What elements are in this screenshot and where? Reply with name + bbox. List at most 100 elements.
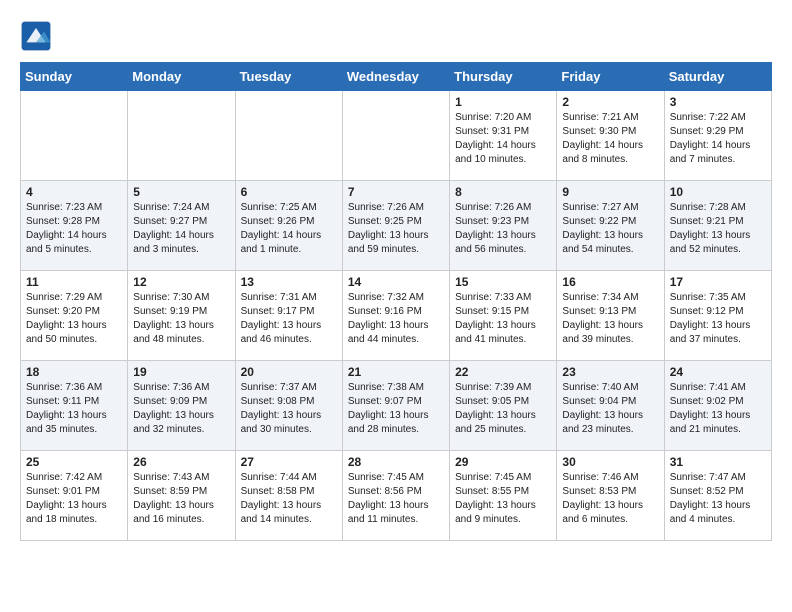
day-info: Sunrise: 7:26 AM Sunset: 9:25 PM Dayligh… [348, 201, 444, 257]
calendar-cell: 28Sunrise: 7:45 AM Sunset: 8:56 PM Dayli… [342, 451, 449, 541]
calendar-header-row: SundayMondayTuesdayWednesdayThursdayFrid… [21, 63, 772, 91]
calendar-cell: 13Sunrise: 7:31 AM Sunset: 9:17 PM Dayli… [235, 271, 342, 361]
day-number: 13 [241, 275, 337, 289]
calendar-cell: 30Sunrise: 7:46 AM Sunset: 8:53 PM Dayli… [557, 451, 664, 541]
day-info: Sunrise: 7:44 AM Sunset: 8:58 PM Dayligh… [241, 471, 337, 527]
calendar-cell: 15 Sunrise: 7:33 AM Sunset: 9:15 PM Dayli… [450, 271, 557, 361]
day-number: 12 [133, 275, 229, 289]
calendar-cell: 24 Sunrise: 7:41 AM Sunset: 9:02 PM Dayli… [664, 361, 771, 451]
day-info: Sunrise: 7:40 AM Sunset: 9:04 PM Dayligh… [562, 381, 658, 437]
calendar-cell: 7 Sunrise: 7:26 AM Sunset: 9:25 PM Daylig… [342, 181, 449, 271]
day-number: 5 [133, 185, 229, 199]
calendar-cell: 10Sunrise: 7:28 AM Sunset: 9:21 PM Dayli… [664, 181, 771, 271]
calendar-cell: 4 Sunrise: 7:23 AM Sunset: 9:28 PM Daylig… [21, 181, 128, 271]
day-info: Sunrise: 7:39 AM Sunset: 9:05 PM Dayligh… [455, 381, 551, 437]
day-info: Sunrise: 7:41 AM Sunset: 9:02 PM Dayligh… [670, 381, 766, 437]
calendar-cell: 1 Sunrise: 7:20 AM Sunset: 9:31 PM Daylig… [450, 91, 557, 181]
header-sunday: Sunday [21, 63, 128, 91]
day-info: Sunrise: 7:26 AM Sunset: 9:23 PM Dayligh… [455, 201, 551, 257]
day-info: Sunrise: 7:23 AM Sunset: 9:28 PM Dayligh… [26, 201, 122, 257]
day-number: 24 [670, 365, 766, 379]
day-info: Sunrise: 7:21 AM Sunset: 9:30 PM Dayligh… [562, 111, 658, 167]
day-info: Sunrise: 7:36 AM Sunset: 9:09 PM Dayligh… [133, 381, 229, 437]
day-info: Sunrise: 7:47 AM Sunset: 8:52 PM Dayligh… [670, 471, 766, 527]
day-info: Sunrise: 7:27 AM Sunset: 9:22 PM Dayligh… [562, 201, 658, 257]
day-number: 22 [455, 365, 551, 379]
day-number: 14 [348, 275, 444, 289]
calendar-cell [235, 91, 342, 181]
logo-icon [20, 20, 52, 52]
header-thursday: Thursday [450, 63, 557, 91]
calendar-cell: 17 Sunrise: 7:35 AM Sunset: 9:12 PM Dayli… [664, 271, 771, 361]
day-info: Sunrise: 7:29 AM Sunset: 9:20 PM Dayligh… [26, 291, 122, 347]
day-number: 26 [133, 455, 229, 469]
logo [20, 20, 56, 52]
calendar-cell [342, 91, 449, 181]
day-number: 11 [26, 275, 122, 289]
day-number: 9 [562, 185, 658, 199]
day-info: Sunrise: 7:28 AM Sunset: 9:21 PM Dayligh… [670, 201, 766, 257]
day-info: Sunrise: 7:24 AM Sunset: 9:27 PM Dayligh… [133, 201, 229, 257]
calendar-cell: 6 Sunrise: 7:25 AM Sunset: 9:26 PM Daylig… [235, 181, 342, 271]
calendar-week-4: 18 Sunrise: 7:36 AM Sunset: 9:11 PM Dayli… [21, 361, 772, 451]
day-number: 23 [562, 365, 658, 379]
day-number: 17 [670, 275, 766, 289]
day-number: 6 [241, 185, 337, 199]
calendar-cell: 22 Sunrise: 7:39 AM Sunset: 9:05 PM Dayli… [450, 361, 557, 451]
day-number: 4 [26, 185, 122, 199]
day-info: Sunrise: 7:25 AM Sunset: 9:26 PM Dayligh… [241, 201, 337, 257]
day-number: 27 [241, 455, 337, 469]
day-info: Sunrise: 7:45 AM Sunset: 8:55 PM Dayligh… [455, 471, 551, 527]
day-info: Sunrise: 7:20 AM Sunset: 9:31 PM Dayligh… [455, 111, 551, 167]
calendar-week-5: 25Sunrise: 7:42 AM Sunset: 9:01 PM Dayli… [21, 451, 772, 541]
day-number: 3 [670, 95, 766, 109]
day-number: 15 [455, 275, 551, 289]
day-info: Sunrise: 7:35 AM Sunset: 9:12 PM Dayligh… [670, 291, 766, 347]
calendar-cell: 19 Sunrise: 7:36 AM Sunset: 9:09 PM Dayli… [128, 361, 235, 451]
calendar-cell: 29Sunrise: 7:45 AM Sunset: 8:55 PM Dayli… [450, 451, 557, 541]
day-number: 16 [562, 275, 658, 289]
calendar-week-2: 4 Sunrise: 7:23 AM Sunset: 9:28 PM Daylig… [21, 181, 772, 271]
header-tuesday: Tuesday [235, 63, 342, 91]
calendar-cell: 21 Sunrise: 7:38 AM Sunset: 9:07 PM Dayli… [342, 361, 449, 451]
calendar-cell: 12Sunrise: 7:30 AM Sunset: 9:19 PM Dayli… [128, 271, 235, 361]
day-info: Sunrise: 7:36 AM Sunset: 9:11 PM Dayligh… [26, 381, 122, 437]
calendar-cell: 11 Sunrise: 7:29 AM Sunset: 9:20 PM Dayli… [21, 271, 128, 361]
day-info: Sunrise: 7:45 AM Sunset: 8:56 PM Dayligh… [348, 471, 444, 527]
calendar-cell [21, 91, 128, 181]
calendar-cell: 14 Sunrise: 7:32 AM Sunset: 9:16 PM Dayli… [342, 271, 449, 361]
day-info: Sunrise: 7:43 AM Sunset: 8:59 PM Dayligh… [133, 471, 229, 527]
day-number: 19 [133, 365, 229, 379]
calendar-table: SundayMondayTuesdayWednesdayThursdayFrid… [20, 62, 772, 541]
day-info: Sunrise: 7:38 AM Sunset: 9:07 PM Dayligh… [348, 381, 444, 437]
day-number: 25 [26, 455, 122, 469]
header-wednesday: Wednesday [342, 63, 449, 91]
day-number: 1 [455, 95, 551, 109]
day-info: Sunrise: 7:34 AM Sunset: 9:13 PM Dayligh… [562, 291, 658, 347]
day-number: 20 [241, 365, 337, 379]
day-number: 2 [562, 95, 658, 109]
header-saturday: Saturday [664, 63, 771, 91]
calendar-cell: 9 Sunrise: 7:27 AM Sunset: 9:22 PM Daylig… [557, 181, 664, 271]
day-number: 30 [562, 455, 658, 469]
day-info: Sunrise: 7:37 AM Sunset: 9:08 PM Dayligh… [241, 381, 337, 437]
calendar-cell: 5 Sunrise: 7:24 AM Sunset: 9:27 PM Daylig… [128, 181, 235, 271]
calendar-cell: 20 Sunrise: 7:37 AM Sunset: 9:08 PM Dayli… [235, 361, 342, 451]
calendar-cell: 25Sunrise: 7:42 AM Sunset: 9:01 PM Dayli… [21, 451, 128, 541]
day-number: 7 [348, 185, 444, 199]
day-info: Sunrise: 7:32 AM Sunset: 9:16 PM Dayligh… [348, 291, 444, 347]
calendar-week-3: 11 Sunrise: 7:29 AM Sunset: 9:20 PM Dayli… [21, 271, 772, 361]
day-number: 31 [670, 455, 766, 469]
day-info: Sunrise: 7:33 AM Sunset: 9:15 PM Dayligh… [455, 291, 551, 347]
page-header [20, 20, 772, 52]
calendar-cell: 23 Sunrise: 7:40 AM Sunset: 9:04 PM Dayli… [557, 361, 664, 451]
day-number: 21 [348, 365, 444, 379]
calendar-cell: 3Sunrise: 7:22 AM Sunset: 9:29 PM Daylig… [664, 91, 771, 181]
day-number: 18 [26, 365, 122, 379]
calendar-cell: 8 Sunrise: 7:26 AM Sunset: 9:23 PM Daylig… [450, 181, 557, 271]
header-monday: Monday [128, 63, 235, 91]
calendar-cell: 18 Sunrise: 7:36 AM Sunset: 9:11 PM Dayli… [21, 361, 128, 451]
calendar-cell: 27 Sunrise: 7:44 AM Sunset: 8:58 PM Dayli… [235, 451, 342, 541]
day-number: 8 [455, 185, 551, 199]
header-friday: Friday [557, 63, 664, 91]
